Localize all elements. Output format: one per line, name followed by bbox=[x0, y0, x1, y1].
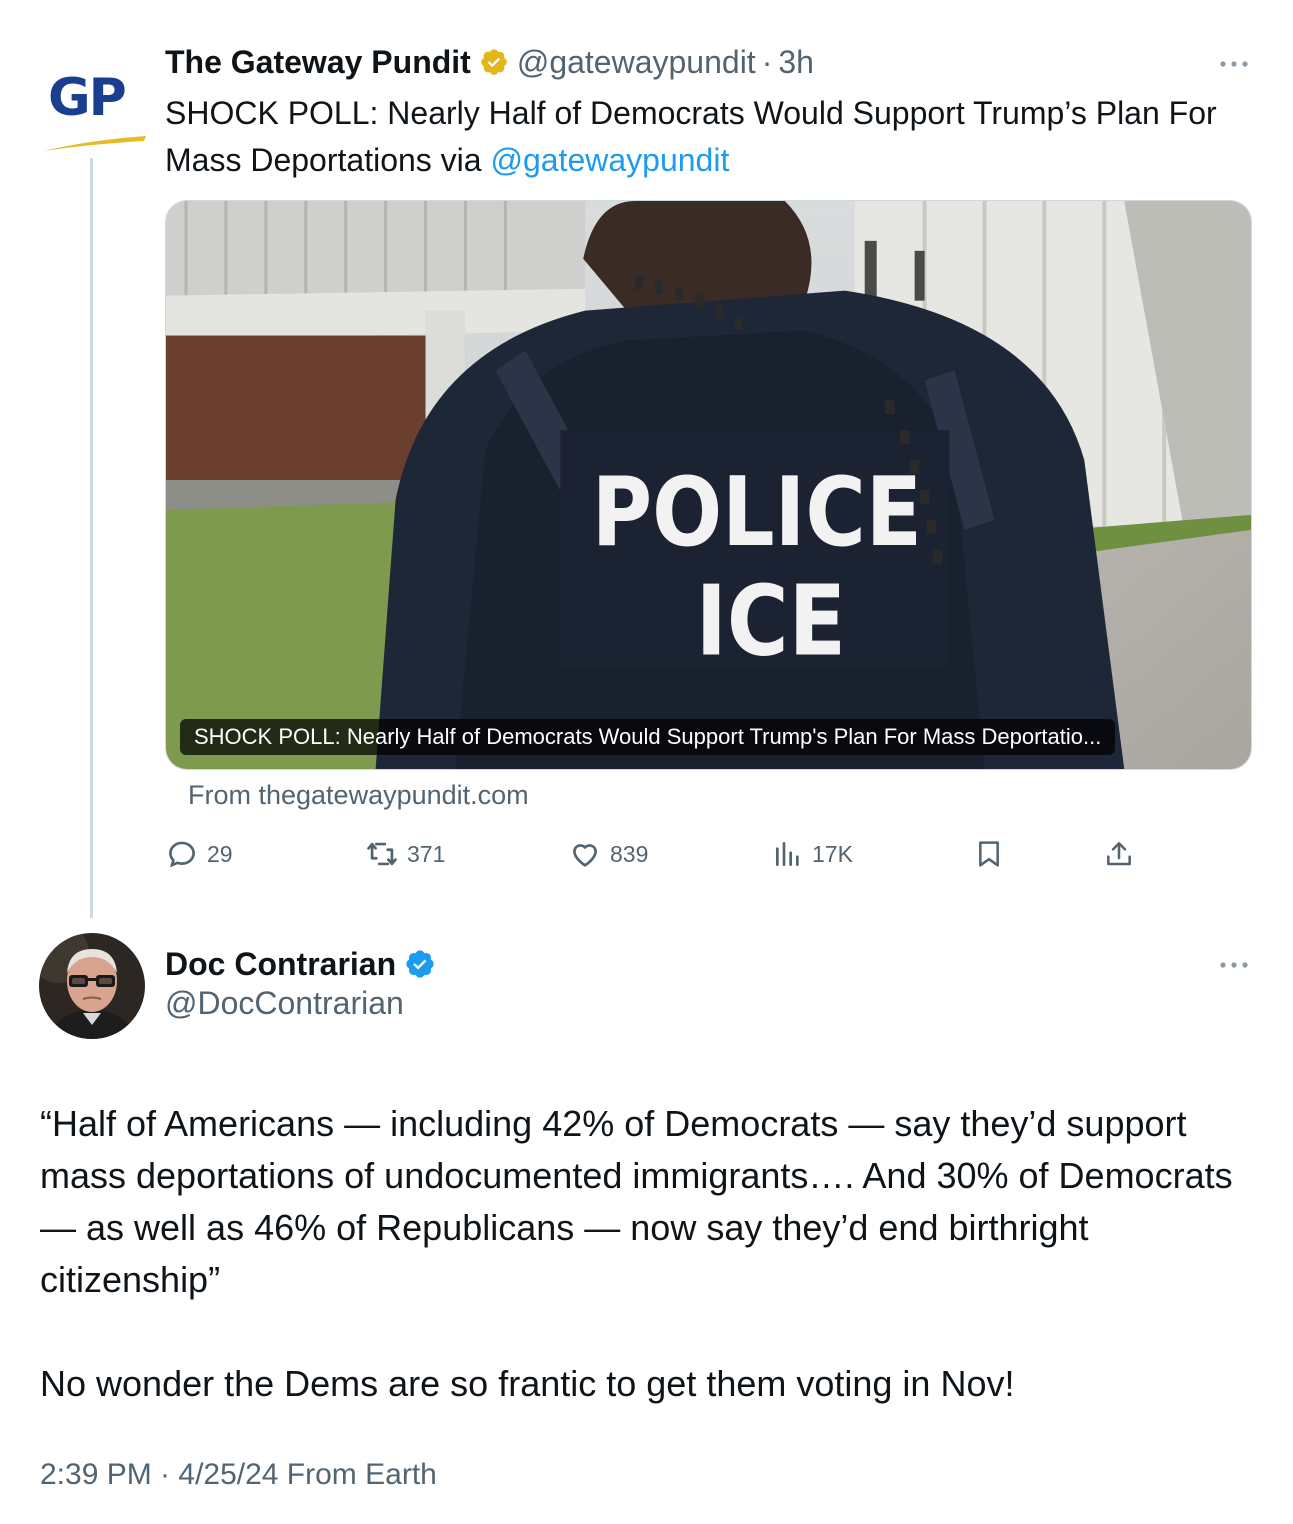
parent-tweet-header: The Gateway Pundit @gatewaypundit · 3h bbox=[165, 42, 814, 82]
mention-link[interactable]: @gatewaypundit bbox=[490, 142, 729, 178]
tweet-timestamp[interactable]: 2:39 PM · 4/25/24 From Earth bbox=[40, 1458, 437, 1492]
like-count: 839 bbox=[610, 840, 649, 867]
doc-contrarian-avatar[interactable] bbox=[39, 933, 145, 1039]
like-button[interactable]: 839 bbox=[568, 834, 648, 874]
patch-police-text: POLICE bbox=[592, 457, 922, 568]
main-tweet-text: “Half of Americans — including 42% of De… bbox=[40, 1098, 1255, 1410]
logo-swoosh-icon bbox=[44, 136, 146, 151]
more-icon[interactable] bbox=[1212, 953, 1256, 977]
bookmark-button[interactable] bbox=[973, 834, 1005, 874]
header-separator: · bbox=[761, 43, 773, 80]
parent-time[interactable]: 3h bbox=[778, 44, 814, 81]
thread-connector-line bbox=[90, 158, 93, 918]
view-count: 17K bbox=[812, 840, 853, 867]
patch-ice-text: ICE bbox=[696, 564, 846, 678]
reply-button[interactable]: 29 bbox=[165, 834, 233, 874]
parent-tweet-text: SHOCK POLL: Nearly Half of Democrats Wou… bbox=[165, 90, 1255, 184]
main-handle[interactable]: @DocContrarian bbox=[165, 985, 404, 1022]
reply-icon bbox=[169, 841, 195, 868]
parent-handle[interactable]: @gatewaypundit bbox=[517, 44, 756, 81]
link-card[interactable]: POLICE ICE SHOCK POLL: Nearly Half of De… bbox=[165, 200, 1252, 770]
repost-button[interactable]: 371 bbox=[365, 834, 445, 874]
share-button[interactable] bbox=[1103, 834, 1135, 874]
reply-count: 29 bbox=[207, 840, 233, 867]
avatar-portrait bbox=[39, 933, 145, 1039]
gold-verified-badge-icon[interactable] bbox=[479, 47, 509, 77]
like-icon bbox=[573, 844, 597, 867]
gateway-pundit-avatar[interactable]: GP bbox=[40, 62, 148, 157]
main-tweet-name-row: Doc Contrarian bbox=[165, 943, 444, 985]
tweet-paragraph-quote: “Half of Americans — including 42% of De… bbox=[40, 1103, 1233, 1300]
avatar-logo-text: GP bbox=[48, 68, 127, 128]
card-image: POLICE ICE bbox=[166, 201, 1251, 769]
card-source[interactable]: From thegatewaypundit.com bbox=[188, 780, 529, 811]
repost-count: 371 bbox=[407, 840, 446, 867]
card-caption: SHOCK POLL: Nearly Half of Democrats Wou… bbox=[180, 719, 1116, 755]
parent-display-name[interactable]: The Gateway Pundit bbox=[165, 44, 471, 81]
repost-icon bbox=[367, 842, 397, 866]
main-display-name[interactable]: Doc Contrarian bbox=[165, 946, 396, 983]
tweet-paragraph-comment: No wonder the Dems are so frantic to get… bbox=[40, 1363, 1015, 1404]
action-bar: 29 371 839 17K bbox=[165, 834, 1145, 874]
blue-verified-badge-icon[interactable] bbox=[404, 948, 436, 980]
more-icon[interactable] bbox=[1212, 52, 1256, 76]
bookmark-icon bbox=[979, 841, 999, 867]
views-icon bbox=[776, 842, 799, 866]
share-icon bbox=[1107, 842, 1131, 866]
views-button[interactable]: 17K bbox=[772, 834, 853, 874]
